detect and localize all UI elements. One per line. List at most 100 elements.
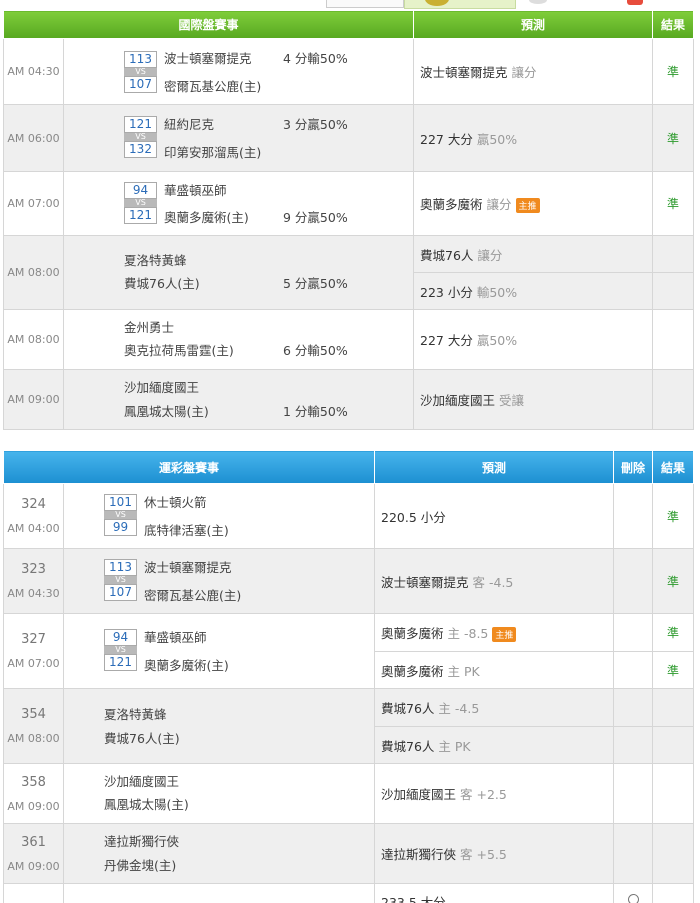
alert-icon[interactable] xyxy=(627,0,643,5)
team-away: 達拉斯獨行俠 xyxy=(104,834,180,849)
result-mark: 準 xyxy=(652,613,695,652)
game-number: 327 xyxy=(21,632,46,647)
delete-radio[interactable] xyxy=(627,894,639,903)
delete-cell xyxy=(613,763,654,824)
prediction: 達拉斯獨行俠 客 +5.5 xyxy=(374,823,615,884)
team-home: 奧蘭多魔術(主) xyxy=(164,210,249,225)
team-away: 金州勇士 xyxy=(124,320,175,335)
team-home: 費城76人(主) xyxy=(104,731,180,746)
scorebox: 94 VS 121 xyxy=(124,182,157,224)
result-empty xyxy=(652,688,695,727)
game-time: AM 07:00 xyxy=(7,657,60,670)
prediction: 奧蘭多魔術 主 PK xyxy=(374,651,615,689)
pick-note: 讓分 xyxy=(486,197,512,212)
pick-note: 讓分 xyxy=(511,65,537,80)
match-cell: 101 VS 99 休士頓火箭 底特律活塞(主) xyxy=(62,483,376,549)
table-row: AM 09:00 沙加緬度國王 鳳凰城太陽(主) 1 分輸50% 沙加緬度國王 … xyxy=(3,369,695,430)
pick-note: 讓分 xyxy=(477,247,503,263)
table-row: 233.5 大分 xyxy=(3,883,695,903)
game-time: AM 09:00 xyxy=(3,369,64,430)
prediction: 奧蘭多魔術 讓分 主推 xyxy=(413,171,654,236)
team-away: 華盛頓巫師 xyxy=(164,183,227,198)
game-number: 323 xyxy=(21,562,46,577)
delete-cell xyxy=(613,688,654,727)
spread: 1 分輸50% xyxy=(283,404,348,419)
scorebox: 113 VS 107 xyxy=(104,559,137,601)
prediction: 沙加緬度國王 受讓 xyxy=(413,369,654,430)
team-away: 華盛頓巫師 xyxy=(144,630,207,645)
prediction: 波士頓塞爾提克 客 -4.5 xyxy=(374,548,615,614)
match-cell: 金州勇士 奧克拉荷馬雷霆(主) 6 分輸50% xyxy=(62,309,415,370)
pick-note: 客 +2.5 xyxy=(460,787,507,802)
prediction: 233.5 大分 xyxy=(374,883,615,903)
pick-note: 客 +5.5 xyxy=(460,847,507,862)
prediction: 227 大分 贏50% xyxy=(413,309,654,370)
pick-label: 223 小分 xyxy=(420,284,473,300)
header-predict: 預測 xyxy=(374,450,615,484)
pick-label: 波士頓塞爾提克 xyxy=(381,574,469,590)
pick-label: 達拉斯獨行俠 xyxy=(381,847,457,862)
pick-note: 輸50% xyxy=(476,284,518,300)
nav-tab[interactable] xyxy=(326,0,404,8)
score-home: 107 xyxy=(104,584,137,601)
result-empty xyxy=(652,235,695,273)
team-away: 休士頓火箭 xyxy=(144,495,207,510)
pick-label: 奧蘭多魔術 xyxy=(381,626,444,641)
table-row: 361 AM 09:00 達拉斯獨行俠 丹佛金塊(主) 達拉斯獨行俠 客 +5.5 xyxy=(3,823,695,884)
team-away: 夏洛特黃蜂 xyxy=(124,253,187,268)
score-home: 132 xyxy=(124,141,157,158)
game-number: 324 xyxy=(21,497,46,512)
prediction: 費城76人 主 PK xyxy=(374,726,615,764)
nav-tab-active[interactable] xyxy=(404,0,516,9)
score-away: 94 xyxy=(124,182,157,199)
nav-icon[interactable] xyxy=(529,0,547,4)
result-empty xyxy=(652,883,695,903)
match-cell xyxy=(62,883,376,903)
game-id-time: 324 AM 04:00 xyxy=(3,483,64,549)
table-row: 358 AM 09:00 沙加緬度國王 鳳凰城太陽(主) 沙加緬度國王 客 +2.… xyxy=(3,763,695,824)
team-away: 波士頓塞爾提克 xyxy=(164,51,252,66)
team-home: 奧蘭多魔術(主) xyxy=(144,658,229,673)
spread: 4 分輸50% xyxy=(283,51,348,66)
spread: 6 分輸50% xyxy=(283,343,348,358)
game-time: AM 04:00 xyxy=(7,522,60,535)
match-cell: 夏洛特黃蜂 費城76人(主) xyxy=(62,688,376,764)
delete-cell xyxy=(613,613,654,652)
scorebox: 101 VS 99 xyxy=(104,494,137,536)
prediction: 費城76人 讓分 xyxy=(413,235,654,273)
prediction: 費城76人 主 -4.5 xyxy=(374,688,615,727)
match-cell: 達拉斯獨行俠 丹佛金塊(主) xyxy=(62,823,376,884)
score-away: 121 xyxy=(124,116,157,133)
team-home: 丹佛金塊(主) xyxy=(104,858,177,873)
header-delete: 刪除 xyxy=(613,450,654,484)
delete-cell xyxy=(613,548,654,614)
game-id-time: 354 AM 08:00 xyxy=(3,688,64,764)
delete-cell xyxy=(613,651,654,689)
score-away: 94 xyxy=(104,629,137,646)
score-home: 121 xyxy=(104,654,137,671)
table-row: 323 AM 04:30 113 VS 107 波士頓塞爾提克 密爾瓦基公鹿(主)… xyxy=(3,548,695,614)
team-home: 費城76人(主) xyxy=(124,276,200,291)
table-row: AM 04:30 113 VS 107 波士頓塞爾提克 密爾瓦基公鹿(主) 4 … xyxy=(3,38,695,105)
vs-label: VS xyxy=(104,576,137,584)
team-away: 沙加緬度國王 xyxy=(124,380,200,395)
delete-cell xyxy=(613,823,654,884)
game-id-time: 327 AM 07:00 xyxy=(3,613,64,689)
result-mark: 準 xyxy=(652,104,695,172)
header-event: 國際盤賽事 xyxy=(2,10,415,39)
match-cell: 113 VS 107 波士頓塞爾提克 密爾瓦基公鹿(主) xyxy=(62,548,376,614)
match-cell: 沙加緬度國王 鳳凰城太陽(主) 1 分輸50% xyxy=(62,369,415,430)
result-mark: 準 xyxy=(652,651,695,689)
team-away: 紐約尼克 xyxy=(164,117,215,132)
match-cell: 沙加緬度國王 鳳凰城太陽(主) xyxy=(62,763,376,824)
team-away: 波士頓塞爾提克 xyxy=(144,560,232,575)
result-empty xyxy=(652,309,695,370)
pick-note: 主 PK xyxy=(447,663,480,679)
pick-note: 主 PK xyxy=(438,738,471,754)
pick-label: 沙加緬度國王 xyxy=(381,787,457,802)
score-away: 113 xyxy=(124,51,157,68)
international-odds-table: 國際盤賽事 預測 結果 AM 04:30 113 VS 107 波士頓塞爾提克 … xyxy=(2,10,695,430)
game-number: 358 xyxy=(21,774,46,790)
featured-badge: 主推 xyxy=(492,627,517,642)
prediction: 223 小分 輸50% xyxy=(413,272,654,310)
